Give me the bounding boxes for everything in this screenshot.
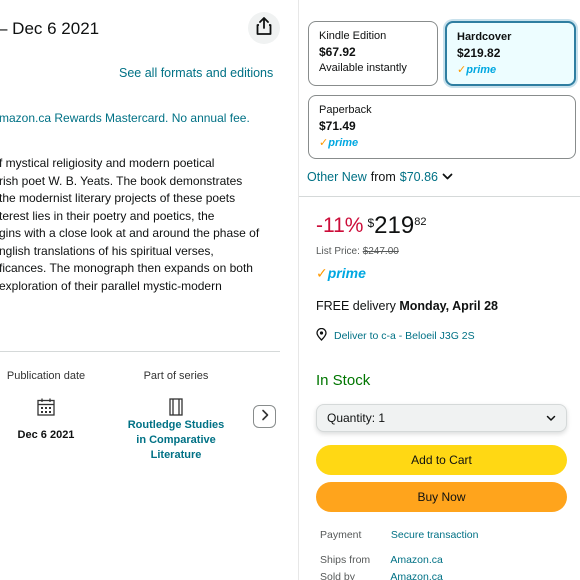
format-kindle[interactable]: Kindle Edition $67.92 Available instantl…	[308, 21, 438, 86]
format-price: $67.92	[319, 45, 356, 59]
description-line: f mystical religiosity and modern poetic…	[0, 156, 215, 170]
description-line: rish poet W. B. Yeats. The book demonstr…	[0, 173, 243, 188]
buy-now-button[interactable]: Buy Now	[316, 482, 567, 512]
format-name: Hardcover	[457, 31, 512, 43]
column-separator	[298, 0, 299, 580]
quantity-value: 1	[378, 411, 386, 425]
publication-date-label: Publication date	[6, 370, 86, 382]
list-price: List Price: $247.00	[316, 246, 399, 257]
prime-logo: ✓prime	[316, 265, 366, 281]
series-line: in Comparative	[136, 434, 216, 446]
format-price: $71.49	[319, 119, 356, 133]
info-value: Amazon.ca	[390, 554, 443, 566]
quantity-text: Quantity: 1	[327, 411, 385, 425]
price-block: -11% $ 219 82	[316, 212, 426, 240]
description-line: exploration of their parallel mystic-mod…	[0, 278, 222, 293]
chevron-right-icon	[260, 408, 270, 426]
info-key: Sold by	[320, 571, 356, 580]
prime-badge: ✓prime	[319, 137, 359, 149]
see-all-formats-link[interactable]: See all formats and editions	[119, 66, 273, 80]
format-availability: Available instantly	[319, 62, 407, 74]
quantity-label: Quantity:	[327, 411, 376, 425]
description-line: ficances. The monograph then expands on …	[0, 261, 253, 275]
delivery-prefix: FREE delivery	[316, 299, 396, 313]
info-row-sold-by: Sold by Amazon.ca	[320, 571, 443, 580]
chevron-down-icon	[442, 170, 453, 184]
series-link[interactable]: Routledge Studies in Comparative Literat…	[118, 418, 234, 463]
edition-date: – Dec 6 2021	[0, 19, 100, 38]
book-icon	[165, 396, 187, 418]
section-divider	[0, 351, 280, 352]
format-paperback[interactable]: Paperback $71.49 ✓prime	[308, 95, 576, 159]
other-new-price: $70.86	[399, 170, 438, 184]
deliver-to-link[interactable]: Deliver to c-a - Beloeil J3G 2S	[316, 327, 475, 344]
delivery-info: FREE delivery Monday, April 28	[316, 299, 498, 313]
info-row-ships-from: Ships from Amazon.ca	[320, 554, 443, 566]
series-line: Routledge Studies	[127, 419, 225, 431]
prime-badge: ✓prime	[457, 64, 497, 76]
list-price-value: $247.00	[362, 246, 399, 257]
delivery-date: Monday, April 28	[399, 299, 499, 313]
format-price: $219.82	[457, 46, 501, 60]
chevron-down-icon	[546, 411, 556, 425]
secure-transaction-link[interactable]: Secure transaction	[391, 529, 479, 541]
description-line: gins with a close look at and around the…	[0, 226, 260, 240]
share-icon	[256, 16, 272, 40]
description-line: terest lies in their poetry and poetics,…	[0, 208, 215, 223]
publication-date-attribute: Publication date Dec 6 2021	[5, 370, 87, 443]
share-button[interactable]	[248, 12, 280, 44]
publication-date-value: Dec 6 2021	[17, 429, 75, 441]
other-new-from: from	[370, 170, 396, 184]
format-hardcover[interactable]: Hardcover $219.82 ✓prime	[445, 21, 576, 86]
price-currency: $	[367, 216, 375, 230]
quantity-select[interactable]: Quantity: 1	[316, 404, 567, 432]
discount-percent: -11%	[316, 214, 364, 237]
other-new-offers-link[interactable]: Other New from $70.86	[307, 170, 453, 184]
format-name: Kindle Edition	[319, 30, 387, 42]
deliver-to-text: Deliver to c-a - Beloeil J3G 2S	[334, 330, 475, 342]
series-attribute: Part of series Routledge Studies in Comp…	[118, 370, 234, 463]
info-key: Ships from	[320, 554, 371, 566]
list-price-label: List Price:	[316, 246, 360, 257]
info-key: Payment	[320, 529, 362, 541]
book-description: f mystical religiosity and modern poetic…	[0, 155, 298, 295]
description-line: the modernist literary projects of these…	[0, 191, 236, 205]
info-value: Amazon.ca	[390, 571, 443, 580]
attributes-next-button[interactable]	[253, 405, 276, 428]
buybox-divider	[299, 196, 580, 197]
info-row-payment: Payment Secure transaction	[320, 529, 478, 541]
rewards-mastercard-link[interactable]: mazon.ca Rewards Mastercard. No annual f…	[0, 111, 250, 125]
other-new-label: Other New	[307, 170, 367, 184]
description-line: nglish translations of his spiritual ver…	[0, 243, 214, 258]
add-to-cart-button[interactable]: Add to Cart	[316, 445, 567, 475]
product-details-column: – Dec 6 2021 See all formats and edition…	[0, 0, 298, 580]
location-pin-icon	[316, 327, 327, 344]
price-whole: 219	[374, 212, 415, 239]
series-label: Part of series	[143, 370, 209, 382]
price-fraction: 82	[414, 216, 427, 228]
calendar-icon	[35, 396, 57, 418]
stock-status: In Stock	[316, 372, 371, 389]
series-line: Literature	[150, 449, 202, 461]
format-name: Paperback	[319, 104, 372, 116]
